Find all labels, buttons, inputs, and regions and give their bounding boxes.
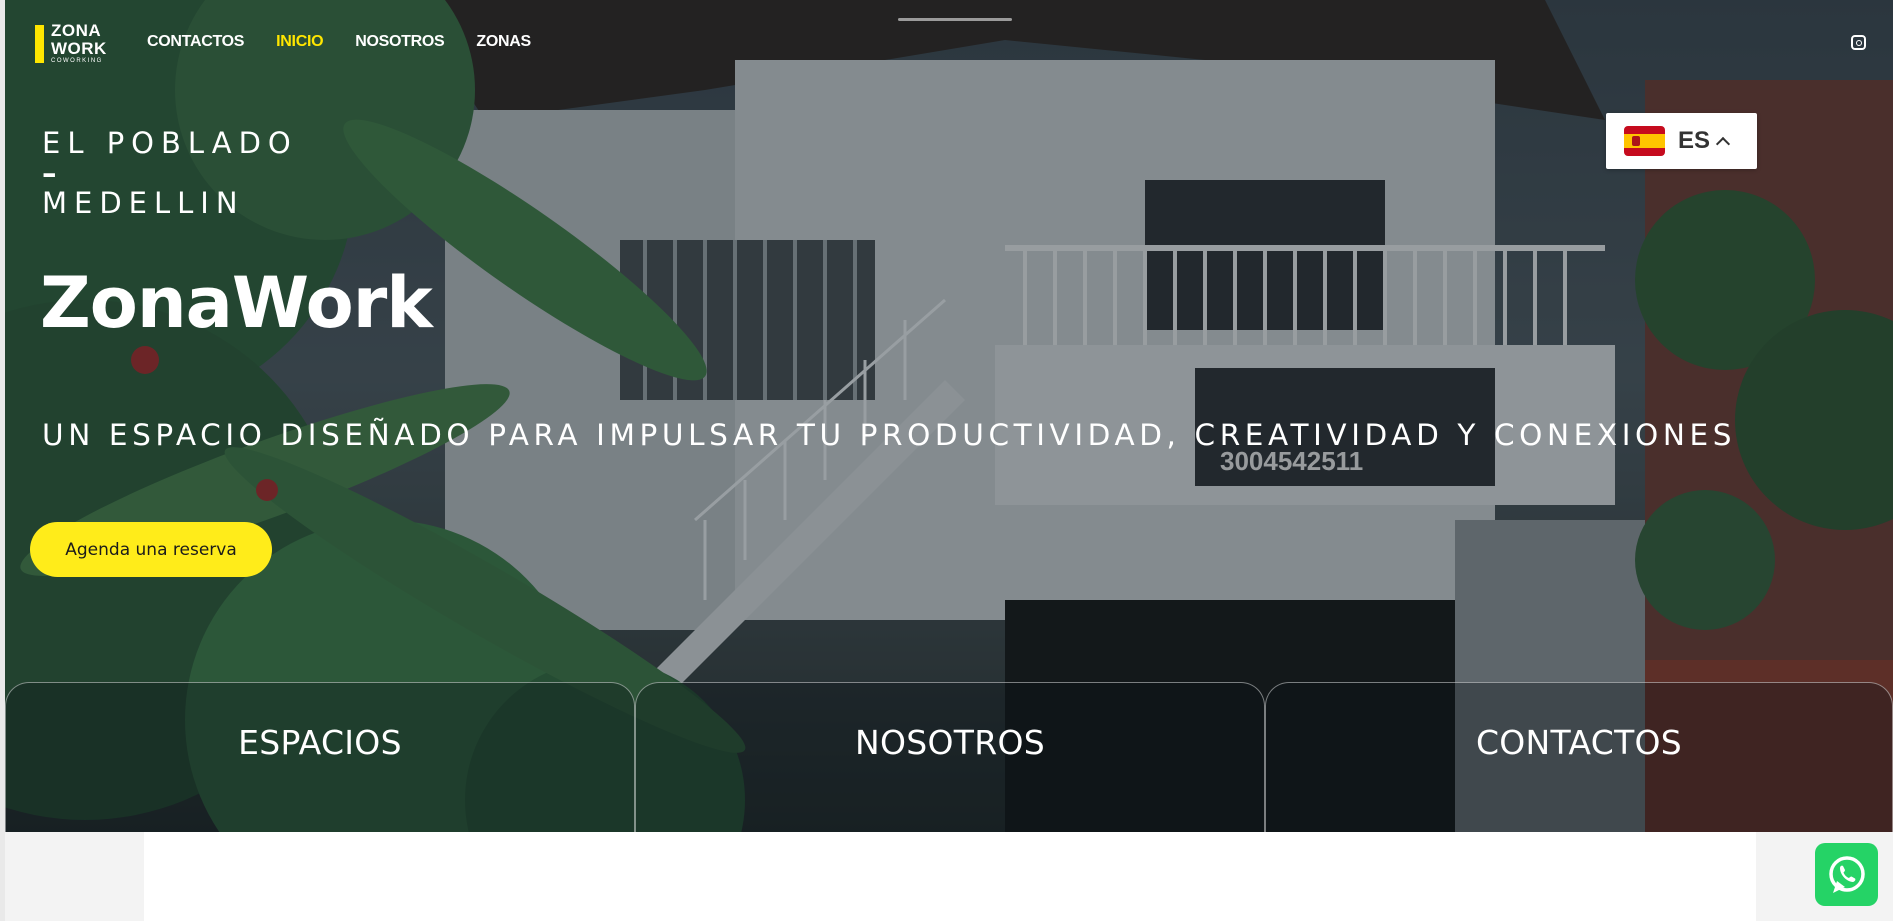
nav-item-inicio[interactable]: INICIO — [276, 33, 323, 51]
language-code: ES — [1678, 127, 1711, 154]
hero-location: EL POBLADO – MEDELLIN — [42, 128, 298, 218]
chevron-up-icon — [1715, 136, 1731, 152]
feature-cards: ESPACIOS NOSOTROS CONTACTOS — [5, 682, 1893, 832]
zonawork-logo[interactable]: ZONA WORK COWORKING — [33, 22, 108, 66]
hero-tagline: UN ESPACIO DISEÑADO PARA IMPULSAR TU PRO… — [42, 418, 1737, 452]
card-label: NOSOTROS — [855, 723, 1045, 762]
card-nosotros[interactable]: NOSOTROS — [635, 682, 1265, 832]
nav-item-zonas[interactable]: ZONAS — [476, 33, 531, 51]
hero-slide-indicator[interactable] — [898, 18, 1012, 21]
card-espacios[interactable]: ESPACIOS — [5, 682, 635, 832]
language-selector[interactable]: ES — [1606, 113, 1757, 169]
logo-accent-bar — [35, 25, 44, 63]
page: 3004542511 ZONA WORK COWORKING CONTACTOS… — [0, 0, 1893, 921]
nav-item-nosotros[interactable]: NOSOTROS — [355, 33, 444, 51]
location-line-2: MEDELLIN — [42, 186, 245, 220]
nav-item-contactos[interactable]: CONTACTOS — [147, 33, 244, 51]
location-line-1: EL POBLADO — [42, 126, 298, 160]
logo-subtitle: COWORKING — [51, 58, 103, 64]
logo-line-2: WORK — [51, 39, 107, 58]
card-contactos[interactable]: CONTACTOS — [1265, 682, 1893, 832]
book-reservation-button[interactable]: Agenda una reserva — [30, 522, 272, 577]
location-separator: – — [42, 156, 64, 190]
card-label: ESPACIOS — [238, 723, 402, 762]
logo-text: ZONA WORK — [51, 22, 107, 58]
card-label: CONTACTOS — [1475, 723, 1683, 762]
logo-line-1: ZONA — [51, 21, 102, 40]
instagram-icon[interactable] — [1851, 35, 1866, 50]
spain-flag-icon — [1624, 126, 1665, 156]
content-section — [144, 832, 1756, 921]
whatsapp-icon — [1828, 855, 1865, 893]
hero-title: ZonaWork — [40, 262, 433, 344]
whatsapp-button[interactable] — [1815, 843, 1878, 906]
main-nav: CONTACTOS INICIO NOSOTROS ZONAS — [147, 33, 531, 51]
